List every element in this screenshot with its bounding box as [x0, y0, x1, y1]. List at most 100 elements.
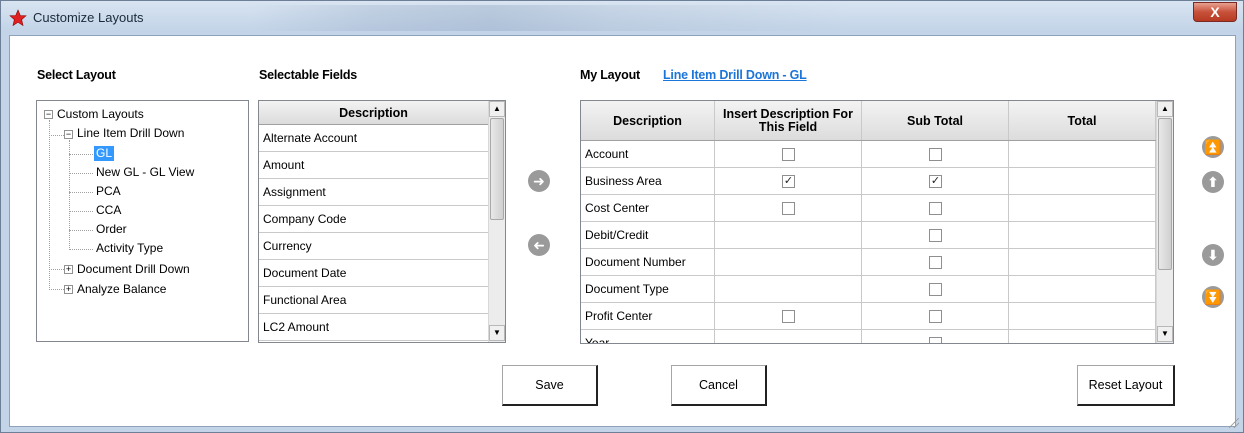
move-right-button[interactable]: ➜ [528, 170, 550, 192]
sub-total-checkbox[interactable] [929, 148, 942, 161]
table-row[interactable]: Document Type [581, 276, 1156, 303]
sub-total-cell[interactable] [862, 249, 1009, 275]
column-header-description[interactable]: Description [259, 101, 488, 125]
total-cell[interactable] [1009, 141, 1156, 167]
sub-total-checkbox[interactable]: ✓ [929, 175, 942, 188]
list-item[interactable]: LC2 Amount [259, 314, 488, 341]
tree-node-pca[interactable]: PCA [96, 184, 121, 199]
sub-total-cell[interactable] [862, 276, 1009, 302]
list-item[interactable]: Company Code [259, 206, 488, 233]
insert-description-cell[interactable] [715, 276, 862, 302]
sub-total-checkbox[interactable] [929, 202, 942, 215]
table-row[interactable]: Document Number [581, 249, 1156, 276]
expand-icon[interactable]: + [64, 285, 73, 294]
insert-description-cell[interactable] [715, 195, 862, 221]
column-header-description[interactable]: Description [581, 101, 715, 140]
collapse-icon[interactable]: − [64, 130, 73, 139]
total-cell[interactable] [1009, 276, 1156, 302]
total-cell[interactable] [1009, 195, 1156, 221]
move-bottom-button[interactable]: ⏬ [1202, 286, 1224, 308]
sub-total-cell[interactable]: ✓ [862, 168, 1009, 194]
fields-scrollbar[interactable]: ▲ ▼ [488, 101, 505, 342]
tree-node-custom-layouts[interactable]: Custom Layouts [57, 107, 144, 122]
scroll-up-icon[interactable]: ▲ [489, 101, 505, 117]
sub-total-cell[interactable] [862, 222, 1009, 248]
cancel-button[interactable]: Cancel [671, 365, 767, 406]
tree-node-order[interactable]: Order [96, 222, 127, 237]
insert-description-checkbox[interactable] [782, 148, 795, 161]
move-down-button[interactable]: ⬇ [1202, 244, 1224, 266]
save-button[interactable]: Save [502, 365, 598, 406]
total-cell[interactable] [1009, 330, 1156, 343]
tree-node-gl[interactable]: GL [94, 146, 115, 161]
insert-description-cell[interactable] [715, 249, 862, 275]
table-row[interactable]: Debit/Credit [581, 222, 1156, 249]
table-row[interactable]: Business Area ✓ ✓ [581, 168, 1156, 195]
scroll-down-icon[interactable]: ▼ [1157, 326, 1173, 342]
list-item[interactable]: Document Date [259, 260, 488, 287]
insert-description-cell[interactable] [715, 303, 862, 329]
sub-total-cell[interactable] [862, 195, 1009, 221]
select-layout-heading: Select Layout [37, 68, 116, 82]
move-up-button[interactable]: ⬆ [1202, 171, 1224, 193]
list-item[interactable]: Alternate Account [259, 125, 488, 152]
arrow-up-icon: ⬆ [1207, 174, 1219, 190]
column-header-sub-total[interactable]: Sub Total [862, 101, 1009, 140]
total-cell[interactable] [1009, 249, 1156, 275]
scroll-down-icon[interactable]: ▼ [489, 325, 505, 341]
scroll-up-icon[interactable]: ▲ [1157, 101, 1173, 117]
scroll-thumb[interactable] [1158, 118, 1172, 270]
list-item[interactable]: Assignment [259, 179, 488, 206]
sub-total-cell[interactable] [862, 303, 1009, 329]
reset-layout-button[interactable]: Reset Layout [1077, 365, 1175, 406]
insert-description-cell[interactable]: ✓ [715, 168, 862, 194]
scroll-thumb[interactable] [490, 118, 504, 220]
sub-total-checkbox[interactable] [929, 256, 942, 269]
sub-total-checkbox[interactable] [929, 337, 942, 343]
insert-description-cell[interactable] [715, 330, 862, 343]
column-header-total[interactable]: Total [1009, 101, 1156, 140]
insert-description-checkbox[interactable]: ✓ [782, 175, 795, 188]
sub-total-cell[interactable] [862, 330, 1009, 343]
list-item[interactable]: Functional Area [259, 287, 488, 314]
total-cell[interactable] [1009, 303, 1156, 329]
arrow-right-icon: ➜ [533, 173, 545, 189]
move-left-button[interactable]: ➜ [528, 234, 550, 256]
table-row[interactable]: Year [581, 330, 1156, 343]
move-top-button[interactable]: ⏫ [1202, 136, 1224, 158]
close-button[interactable]: X [1193, 2, 1237, 22]
tree-node-activity-type[interactable]: Activity Type [96, 241, 163, 256]
tree-node-line-item-drill-down[interactable]: Line Item Drill Down [77, 126, 184, 141]
my-layout-grid[interactable]: Description Insert Description For This … [580, 100, 1174, 344]
insert-description-cell[interactable] [715, 141, 862, 167]
layout-tree[interactable]: − Custom Layouts − Line Item Drill Down … [36, 100, 249, 342]
list-item[interactable]: Currency [259, 233, 488, 260]
list-item[interactable]: Amount [259, 152, 488, 179]
tree-node-cca[interactable]: CCA [96, 203, 121, 218]
row-description: Profit Center [581, 303, 715, 329]
resize-grip-icon[interactable] [1229, 418, 1239, 428]
insert-description-cell[interactable] [715, 222, 862, 248]
sub-total-checkbox[interactable] [929, 283, 942, 296]
expand-icon[interactable]: + [64, 265, 73, 274]
title-bar[interactable]: Customize Layouts X [1, 1, 1243, 35]
sub-total-checkbox[interactable] [929, 229, 942, 242]
tree-node-new-gl[interactable]: New GL - GL View [96, 165, 194, 180]
collapse-icon[interactable]: − [44, 110, 53, 119]
insert-description-checkbox[interactable] [782, 310, 795, 323]
total-cell[interactable] [1009, 222, 1156, 248]
sub-total-checkbox[interactable] [929, 310, 942, 323]
column-header-insert-description[interactable]: Insert Description For This Field [715, 101, 862, 140]
table-row[interactable]: Cost Center [581, 195, 1156, 222]
tree-node-analyze-balance[interactable]: Analyze Balance [77, 282, 166, 297]
my-layout-link[interactable]: Line Item Drill Down - GL [663, 68, 807, 82]
selectable-fields-grid[interactable]: Description Alternate Account Amount Ass… [258, 100, 506, 343]
layout-scrollbar[interactable]: ▲ ▼ [1156, 101, 1173, 343]
sub-total-cell[interactable] [862, 141, 1009, 167]
customize-layouts-window: Customize Layouts X Select Layout Select… [0, 0, 1244, 433]
table-row[interactable]: Account [581, 141, 1156, 168]
tree-node-document-drill-down[interactable]: Document Drill Down [77, 262, 190, 277]
total-cell[interactable] [1009, 168, 1156, 194]
table-row[interactable]: Profit Center [581, 303, 1156, 330]
insert-description-checkbox[interactable] [782, 202, 795, 215]
